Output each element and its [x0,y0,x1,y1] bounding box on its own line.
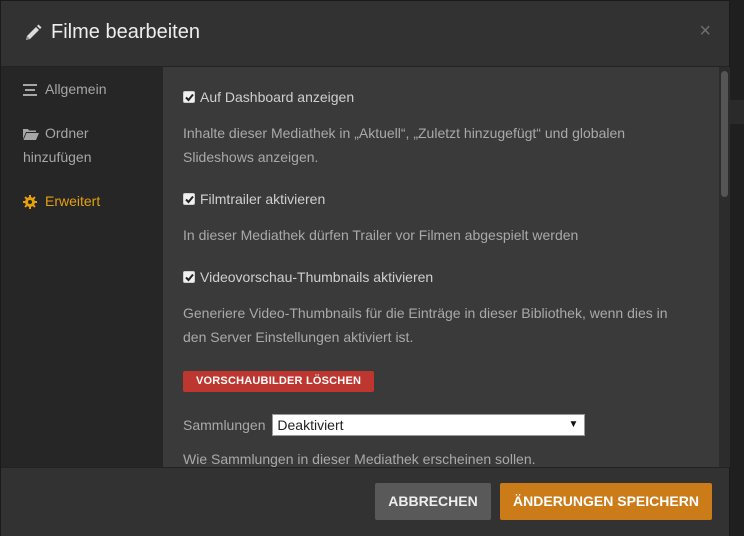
list-icon [23,84,39,97]
dropdown-arrow-icon: ▼ [568,419,579,430]
cancel-button[interactable]: ABBRECHEN [375,483,491,520]
scrollbar-thumb[interactable] [721,71,728,197]
dialog-title: Filme bearbeiten [51,21,200,43]
thumbnails-checkbox[interactable] [183,271,195,283]
thumbnails-description-line1: Generiere Video-Thumbnails für die Eintr… [183,305,668,321]
collections-select[interactable]: Deaktiviert ▼ [272,414,586,436]
settings-sidebar: Allgemein Ordner hinzufügen Erweitert [1,67,163,467]
dashboard-checkbox-label: Auf Dashboard anzeigen [200,89,355,105]
dashboard-checkbox-row[interactable]: Auf Dashboard anzeigen [183,89,354,105]
background-app-edge [730,100,744,124]
sidebar-item-add-folder[interactable]: Ordner hinzufügen [23,121,92,169]
content-scrollbar[interactable] [719,67,730,467]
trailer-checkbox-label: Filmtrailer aktivieren [200,191,326,207]
close-icon[interactable]: × [699,21,711,41]
sidebar-item-advanced[interactable]: Erweitert [23,189,100,213]
folder-open-icon [23,128,39,141]
edit-library-dialog: Filme bearbeiten × Allgemein Ordner hinz… [0,0,730,536]
thumbnails-description: Generiere Video-Thumbnails für die Eintr… [183,301,703,349]
dialog-footer: ABBRECHEN ÄNDERUNGEN SPEICHERN [1,467,729,536]
dashboard-description: Inhalte dieser Mediathek in „Aktuell“, „… [183,121,703,169]
sidebar-item-label: Allgemein [45,81,107,97]
gear-icon [23,195,39,210]
sidebar-item-label: Erweitert [45,193,101,209]
trailer-description: In dieser Mediathek dürfen Trailer vor F… [183,227,579,243]
dashboard-description-line1: Inhalte dieser Mediathek in „Aktuell“, „… [183,125,626,141]
delete-previews-button[interactable]: VORSCHAUBILDER LÖSCHEN [183,371,375,392]
settings-content: Auf Dashboard anzeigen Inhalte dieser Me… [163,67,719,467]
dashboard-checkbox[interactable] [183,91,195,103]
pencil-icon [23,23,43,43]
collections-select-value: Deaktiviert [277,417,344,433]
collections-label: Sammlungen [183,417,266,433]
thumbnails-checkbox-label: Videovorschau-Thumbnails aktivieren [200,269,434,285]
collections-description: Wie Sammlungen in dieser Mediathek ersch… [183,451,536,467]
trailer-checkbox[interactable] [183,193,195,205]
dashboard-description-line2: Slideshows anzeigen. [183,149,319,165]
save-changes-button[interactable]: ÄNDERUNGEN SPEICHERN [500,483,712,520]
sidebar-item-general[interactable]: Allgemein [23,77,106,101]
collections-row: Sammlungen Deaktiviert ▼ [183,414,586,436]
thumbnails-description-line2: den Server Einstellungen aktiviert ist. [183,329,414,345]
trailer-checkbox-row[interactable]: Filmtrailer aktivieren [183,191,325,207]
dialog-header: Filme bearbeiten × [1,1,729,67]
sidebar-item-label: Ordner [45,125,89,141]
thumbnails-checkbox-row[interactable]: Videovorschau-Thumbnails aktivieren [183,269,433,285]
sidebar-item-label-continued: hinzufügen [23,149,92,165]
